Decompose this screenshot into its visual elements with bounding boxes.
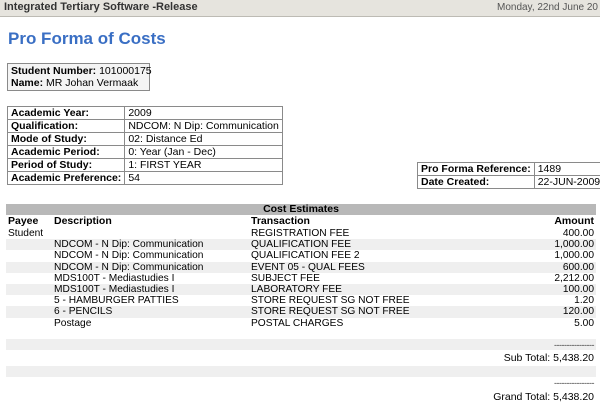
table-row: MDS100T - Mediastudies I SUBJECT FEE 2,2… (6, 273, 596, 284)
reference-label: Pro Forma Reference: (417, 162, 535, 176)
table-row: Student REGISTRATION FEE 400.00 (6, 228, 596, 239)
reference-label: Date Created: (417, 175, 535, 189)
detail-label: Academic Preference: (6, 171, 126, 185)
detail-label: Mode of Study: (6, 132, 126, 146)
cell-transaction: EVENT 05 - QUAL FEES (251, 261, 365, 273)
student-name-line: Name: MR Johan Vermaak (11, 77, 138, 89)
detail-label: Academic Period: (6, 145, 126, 159)
subtotal-divider: ---------------- (554, 340, 594, 350)
row-band (6, 339, 596, 350)
detail-value: 1: FIRST YEAR (124, 158, 283, 172)
grand-total-label: Grand Total: (493, 391, 551, 403)
cost-estimates-header: Cost Estimates (6, 204, 596, 215)
cell-transaction: REGISTRATION FEE (251, 228, 350, 239)
cell-description: Postage (54, 317, 92, 329)
cell-transaction: STORE REQUEST SG NOT FREE (251, 295, 410, 307)
cell-transaction: SUBJECT FEE (251, 272, 320, 284)
student-name: MR Johan Vermaak (46, 77, 139, 89)
cell-transaction: STORE REQUEST SG NOT FREE (251, 306, 410, 318)
cell-description: MDS100T - Mediastudies I (54, 272, 175, 284)
cell-description: NDCOM - N Dip: Communication (54, 239, 204, 251)
column-payee: Payee (8, 215, 39, 227)
cell-amount: 5.00 (574, 317, 594, 329)
column-transaction: Transaction (251, 215, 310, 227)
student-name-label: Name: (11, 77, 44, 89)
cell-transaction: LABORATORY FEE (251, 283, 342, 295)
grand-total: Grand Total: 5,438.20 (493, 391, 594, 403)
cell-amount: 100.00 (562, 283, 594, 295)
table-row: Postage POSTAL CHARGES 5.00 (6, 318, 596, 329)
detail-label: Academic Year: (6, 106, 126, 120)
student-info-box: Student Number: 101000175 Name: MR Johan… (7, 63, 152, 91)
cell-transaction: QUALIFICATION FEE (251, 239, 351, 251)
student-number: 101000175 (99, 65, 152, 77)
app-date: Monday, 22nd June 20 (496, 2, 598, 13)
app-title: Integrated Tertiary Software -Release (4, 1, 198, 13)
cell-transaction: QUALIFICATION FEE 2 (251, 250, 360, 262)
detail-value: 0: Year (Jan - Dec) (124, 145, 283, 159)
reference-row-pro-forma: Pro Forma Reference: 1489 (417, 162, 600, 176)
page-title: Pro Forma of Costs (8, 29, 166, 48)
table-row: 6 - PENCILS STORE REQUEST SG NOT FREE 12… (6, 306, 596, 318)
reference-row-date-created: Date Created: 22-JUN-2009 (417, 175, 600, 189)
table-row: MDS100T - Mediastudies I LABORATORY FEE … (6, 283, 596, 296)
detail-row-period-of-study: Period of Study: 1: FIRST YEAR (6, 158, 283, 172)
column-description: Description (54, 215, 112, 227)
row-band (6, 366, 596, 377)
detail-value: 2009 (124, 106, 283, 120)
table-row: NDCOM - N Dip: Communication QUALIFICATI… (6, 239, 596, 251)
detail-row-academic-preference: Academic Preference: 54 (6, 171, 283, 185)
detail-value: 02: Distance Ed (124, 132, 283, 146)
cell-description: NDCOM - N Dip: Communication (54, 261, 204, 273)
cell-payee: Student (8, 228, 44, 239)
academic-details-table: Academic Year: 2009 Qualification: NDCOM… (6, 106, 283, 185)
student-number-line: Student Number: 101000175 (11, 65, 152, 77)
reference-table: Pro Forma Reference: 1489 Date Created: … (417, 162, 600, 189)
app-header: Integrated Tertiary Software -Release Mo… (0, 0, 600, 17)
cell-amount: 120.00 (562, 306, 594, 318)
cost-rows: Student REGISTRATION FEE 400.00 NDCOM - … (6, 228, 596, 329)
detail-value: NDCOM: N Dip: Communication (124, 119, 283, 133)
cell-description: NDCOM - N Dip: Communication (54, 250, 204, 262)
cell-description: MDS100T - Mediastudies I (54, 283, 175, 295)
cell-amount: 1,000.00 (554, 239, 594, 251)
sub-total-value: 5,438.20 (553, 352, 594, 364)
detail-row-academic-period: Academic Period: 0: Year (Jan - Dec) (6, 145, 283, 159)
grand-total-divider: ---------------- (554, 378, 594, 388)
reference-value: 1489 (533, 162, 600, 176)
detail-row-academic-year: Academic Year: 2009 (6, 106, 283, 120)
cell-amount: 400.00 (562, 228, 594, 239)
detail-label: Period of Study: (6, 158, 126, 172)
detail-row-mode-of-study: Mode of Study: 02: Distance Ed (6, 132, 283, 146)
detail-value: 54 (124, 171, 283, 185)
grand-total-value: 5,438.20 (553, 391, 594, 403)
cell-description: 5 - HAMBURGER PATTIES (54, 295, 179, 307)
student-number-label: Student Number: (11, 65, 97, 77)
detail-row-qualification: Qualification: NDCOM: N Dip: Communicati… (6, 119, 283, 133)
table-row: 5 - HAMBURGER PATTIES STORE REQUEST SG N… (6, 295, 596, 306)
cell-amount: 1.20 (574, 295, 594, 307)
cell-description: 6 - PENCILS (54, 306, 113, 318)
detail-label: Qualification: (6, 119, 126, 133)
cost-table-header: Payee Description Transaction Amount (6, 215, 596, 227)
table-row: NDCOM - N Dip: Communication QUALIFICATI… (6, 250, 596, 261)
sub-total-label: Sub Total: (503, 352, 551, 364)
reference-value: 22-JUN-2009 (533, 175, 600, 189)
cell-amount: 2,212.00 (554, 272, 594, 284)
cell-amount: 1,000.00 (554, 250, 594, 262)
table-row: NDCOM - N Dip: Communication EVENT 05 - … (6, 261, 596, 273)
cell-amount: 600.00 (562, 261, 594, 273)
sub-total: Sub Total: 5,438.20 (504, 352, 594, 364)
cell-transaction: POSTAL CHARGES (251, 317, 344, 329)
column-amount: Amount (554, 215, 594, 227)
